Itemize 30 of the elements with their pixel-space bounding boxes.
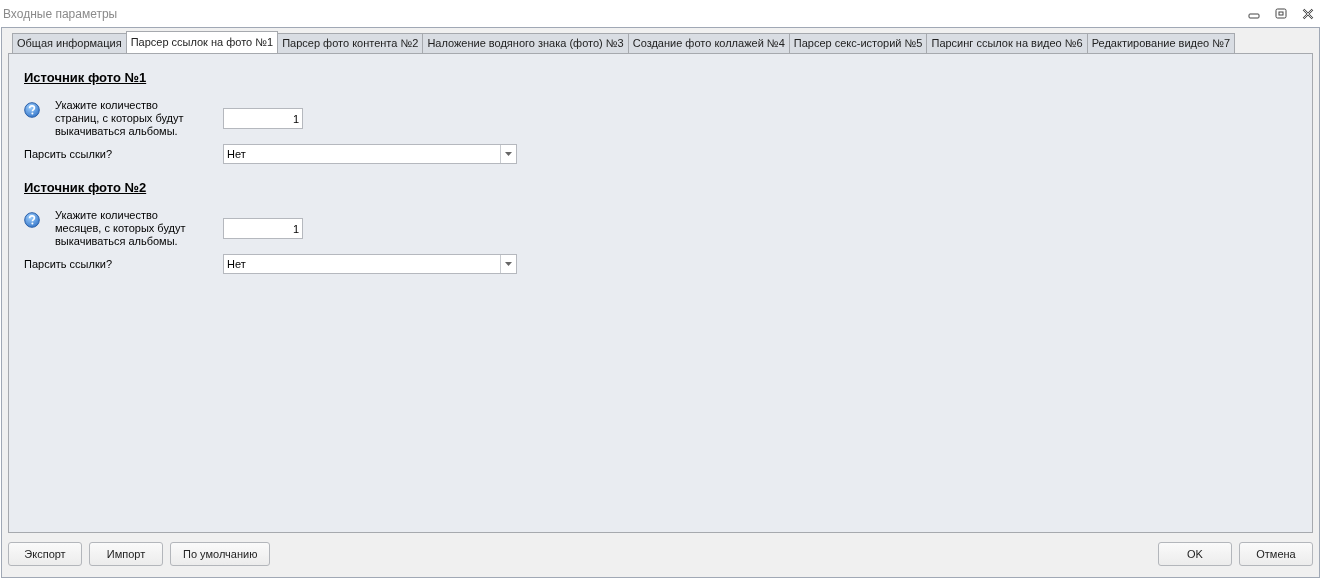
section-heading: Источник фото №2 xyxy=(24,180,147,195)
help-icon[interactable] xyxy=(24,212,40,228)
button[interactable]: Экспорт xyxy=(8,542,82,566)
button[interactable]: OK xyxy=(1158,542,1232,566)
dropdown[interactable]: Нет xyxy=(223,254,517,274)
tab[interactable]: Редактирование видео №7 xyxy=(1086,33,1236,53)
button[interactable]: Отмена xyxy=(1239,542,1313,566)
field-label: Парсить ссылки? xyxy=(24,257,112,271)
dropdown[interactable]: Нет xyxy=(223,144,517,164)
tab[interactable]: Парсер секс-историй №5 xyxy=(788,33,928,53)
field-label: Укажите количество страниц, с которых будут выкачиваться альбомы. xyxy=(55,99,185,138)
maximize-icon[interactable] xyxy=(1275,7,1287,20)
tab[interactable]: Наложение водяного знака (фото) №3 xyxy=(422,33,629,53)
help-icon[interactable] xyxy=(24,102,40,118)
number-field[interactable]: 1 xyxy=(223,218,303,239)
tab[interactable]: Общая информация xyxy=(12,33,127,53)
button[interactable]: Импорт xyxy=(89,542,163,566)
tab[interactable]: Парсер ссылок на фото №1 xyxy=(125,31,279,53)
caret-icon xyxy=(505,152,512,156)
field-label: Укажите количество месяцев, с которых будут выкачиваться альбомы. xyxy=(55,209,187,248)
tab[interactable]: Создание фото коллажей №4 xyxy=(627,33,790,53)
field-label: Парсить ссылки? xyxy=(24,147,112,161)
close-icon[interactable] xyxy=(1302,7,1314,20)
window-title: Входные параметры xyxy=(3,6,118,21)
section-heading: Источник фото №1 xyxy=(24,70,147,85)
button[interactable]: По умолчанию xyxy=(170,542,271,566)
tab[interactable]: Парсинг ссылок на видео №6 xyxy=(926,33,1088,53)
caret-icon xyxy=(505,262,512,266)
number-field[interactable]: 1 xyxy=(223,108,303,129)
tab[interactable]: Парсер фото контента №2 xyxy=(277,33,424,53)
